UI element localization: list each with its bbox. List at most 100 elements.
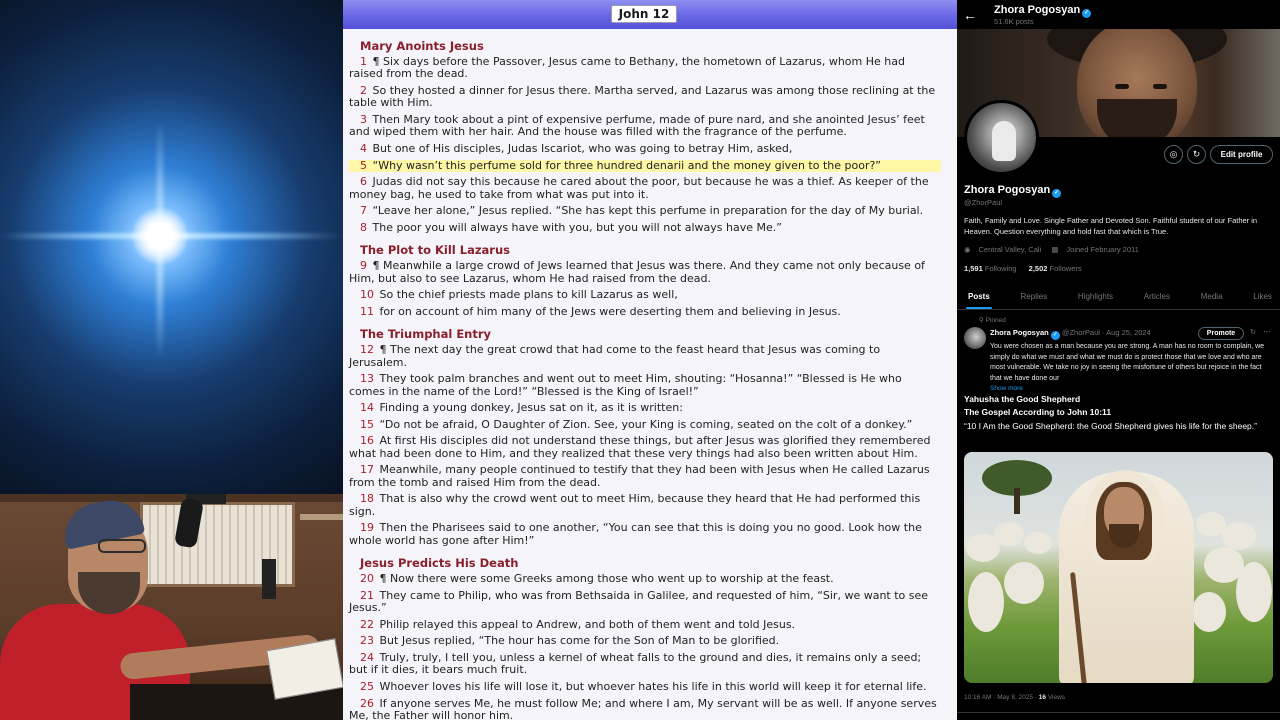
verse-text: So they hosted a dinner for Jesus there.… [349, 84, 936, 110]
verse-number[interactable]: 7 [360, 204, 367, 217]
verse[interactable]: 15 “Do not be afraid, O Daughter of Zion… [349, 418, 941, 431]
verse-number[interactable]: 1 [360, 55, 367, 68]
verse[interactable]: 16 At first His disciples did not unders… [349, 435, 941, 460]
verse-highlighted[interactable]: 5 “Why wasn’t this perfume sold for thre… [349, 158, 941, 172]
verse[interactable]: 7 “Leave her alone,” Jesus replied. “She… [349, 204, 941, 217]
post-refresh-icon[interactable]: ↻ [1250, 328, 1256, 336]
post-quote-verse: “10 I Am the Good Shepherd: the Good She… [964, 421, 1257, 431]
verse[interactable]: 18 That is also why the crowd went out t… [349, 493, 941, 518]
verse[interactable]: 22 Philip relayed this appeal to Andrew,… [349, 617, 941, 631]
post-avatar[interactable] [964, 327, 986, 349]
verse-number[interactable]: 4 [360, 142, 367, 155]
verse-number[interactable]: 20 [360, 572, 374, 585]
verse[interactable]: 12 ¶ The next day the great crowd that h… [349, 343, 941, 369]
tab-posts[interactable]: Posts [966, 283, 992, 309]
following-link[interactable]: 1,591 Following [964, 264, 1017, 273]
more-options-icon[interactable]: ⋯ [1263, 327, 1271, 336]
verse-text: for on account of him many of the Jews w… [379, 304, 841, 318]
pinned-label: ⚲ Pinned [979, 317, 1006, 324]
verse-number[interactable]: 16 [360, 434, 374, 447]
post-author[interactable]: Zhora Pogosyan [990, 328, 1049, 337]
verse-number[interactable]: 9 [360, 259, 367, 272]
chapter-tab[interactable]: John 12 [611, 5, 677, 23]
verse-number[interactable]: 10 [360, 288, 374, 301]
tab-likes[interactable]: Likes [1253, 283, 1272, 309]
verse[interactable]: 6 Judas did not say this because he care… [349, 175, 941, 201]
verified-badge-icon: ✓ [1052, 189, 1062, 198]
verse[interactable]: 10 So the chief priests made plans to ki… [349, 288, 941, 301]
verse[interactable]: 24 Truly, truly, I tell you, unless a ke… [349, 651, 941, 677]
refresh-icon[interactable]: ↻ [1187, 145, 1206, 164]
verse-number[interactable]: 17 [360, 463, 374, 476]
edit-profile-button[interactable]: Edit profile [1210, 145, 1273, 164]
reader-body[interactable]: Mary Anoints Jesus 1 ¶ Six days before th… [343, 29, 957, 720]
verse[interactable]: 9 ¶ Meanwhile a large crowd of Jews lear… [349, 259, 941, 285]
tab-highlights[interactable]: Highlights [1078, 283, 1113, 309]
verse-text: They came to Philip, who was from Bethsa… [349, 588, 929, 615]
verse-text: ¶ Now there were some Greeks among those… [379, 572, 834, 586]
promote-button[interactable]: Promote [1198, 327, 1244, 340]
followers-link[interactable]: 2,502 Followers [1029, 264, 1082, 273]
verse-number[interactable]: 23 [360, 634, 374, 647]
post-quote-title: Yahusha the Good Shepherd [964, 394, 1081, 404]
section-heading: The Plot to Kill Lazarus [360, 243, 510, 258]
verse-text: But one of His disciples, Judas Iscariot… [372, 142, 793, 155]
verse[interactable]: 2 So they hosted a dinner for Jesus ther… [349, 84, 941, 110]
verse-number[interactable]: 22 [360, 618, 374, 631]
verse-number[interactable]: 18 [360, 492, 374, 505]
verse-number[interactable]: 12 [360, 343, 374, 356]
verse-number[interactable]: 19 [360, 521, 374, 534]
verse-number[interactable]: 2 [360, 84, 367, 97]
verse[interactable]: 21 They came to Philip, who was from Bet… [349, 588, 941, 615]
verse-number[interactable]: 14 [360, 401, 374, 414]
verse[interactable]: 23 But Jesus replied, “The hour has come… [349, 635, 941, 647]
verse-number[interactable]: 21 [360, 589, 374, 602]
post-image-shepherd[interactable] [964, 452, 1273, 683]
verse-text: At first His disciples did not understan… [349, 434, 931, 460]
verse[interactable]: 3 Then Mary took about a pint of expensi… [349, 113, 941, 139]
profile-meta: ◉ Central Valley, Cali ▦ Joined February 2… [964, 245, 1147, 254]
verse-text: “Why wasn’t this perfume sold for three … [372, 158, 882, 172]
display-name: Zhora Pogosyan ✓ [964, 184, 1062, 198]
verse-text: That is also why the crowd went out to m… [349, 492, 921, 518]
tab-media[interactable]: Media [1201, 283, 1223, 309]
webcam-feed [0, 494, 343, 720]
light-flare-background [0, 0, 343, 494]
verse-number[interactable]: 25 [360, 680, 374, 693]
verse-number[interactable]: 5 [360, 159, 367, 172]
verse[interactable]: 11 for on account of him many of the Jew… [349, 304, 941, 318]
verse-number[interactable]: 6 [360, 175, 367, 188]
verse[interactable]: 19 Then the Pharisees said to one anothe… [349, 522, 941, 547]
tab-replies[interactable]: Replies [1021, 283, 1048, 309]
verse[interactable]: 1 ¶ Six days before the Passover, Jesus … [349, 55, 941, 81]
profile-avatar[interactable] [964, 100, 1039, 175]
verse[interactable]: 14 Finding a young donkey, Jesus sat on … [349, 401, 941, 414]
verse[interactable]: 26 If anyone serves Me, he must follow M… [349, 697, 941, 720]
verse-number[interactable]: 24 [360, 651, 374, 664]
camera-icon[interactable]: ◎ [1164, 145, 1183, 164]
verse-number[interactable]: 3 [360, 113, 367, 126]
verse-number[interactable]: 11 [360, 305, 374, 318]
verse-text: The poor you will always have with you, … [372, 220, 782, 234]
post-timestamp: 10:16 AM · May 8, 2025 · 16 Views [964, 694, 1066, 701]
show-more-link[interactable]: Show more [990, 385, 1023, 392]
verse-number[interactable]: 13 [360, 372, 374, 385]
back-arrow-icon[interactable]: ← [963, 7, 979, 23]
verified-badge-icon: ✓ [1082, 9, 1092, 18]
verse[interactable]: 25 Whoever loves his life will lose it, … [349, 680, 941, 693]
verse-text: Meanwhile, many people continued to test… [349, 463, 930, 489]
verse[interactable]: 8 The poor you will always have with you… [349, 220, 941, 234]
verse[interactable]: 17 Meanwhile, many people continued to t… [349, 464, 941, 489]
verse-text: Philip relayed this appeal to Andrew, an… [379, 617, 796, 631]
verse[interactable]: 20 ¶ Now there were some Greeks among th… [349, 572, 941, 586]
tab-articles[interactable]: Articles [1144, 283, 1170, 309]
verse-number[interactable]: 8 [360, 221, 367, 234]
location-text: Central Valley, Cali [978, 245, 1042, 254]
post-meta: @ZhorPaul · Aug 25, 2024 [1061, 328, 1151, 337]
verse-text: Then the Pharisees said to one another, … [349, 521, 922, 547]
verse[interactable]: 4 But one of His disciples, Judas Iscari… [349, 142, 941, 155]
verse[interactable]: 13 They took palm branches and went out … [349, 372, 941, 398]
verse-number[interactable]: 15 [360, 418, 374, 431]
verse-number[interactable]: 26 [360, 697, 374, 710]
reader-header: John 12 [343, 0, 957, 29]
